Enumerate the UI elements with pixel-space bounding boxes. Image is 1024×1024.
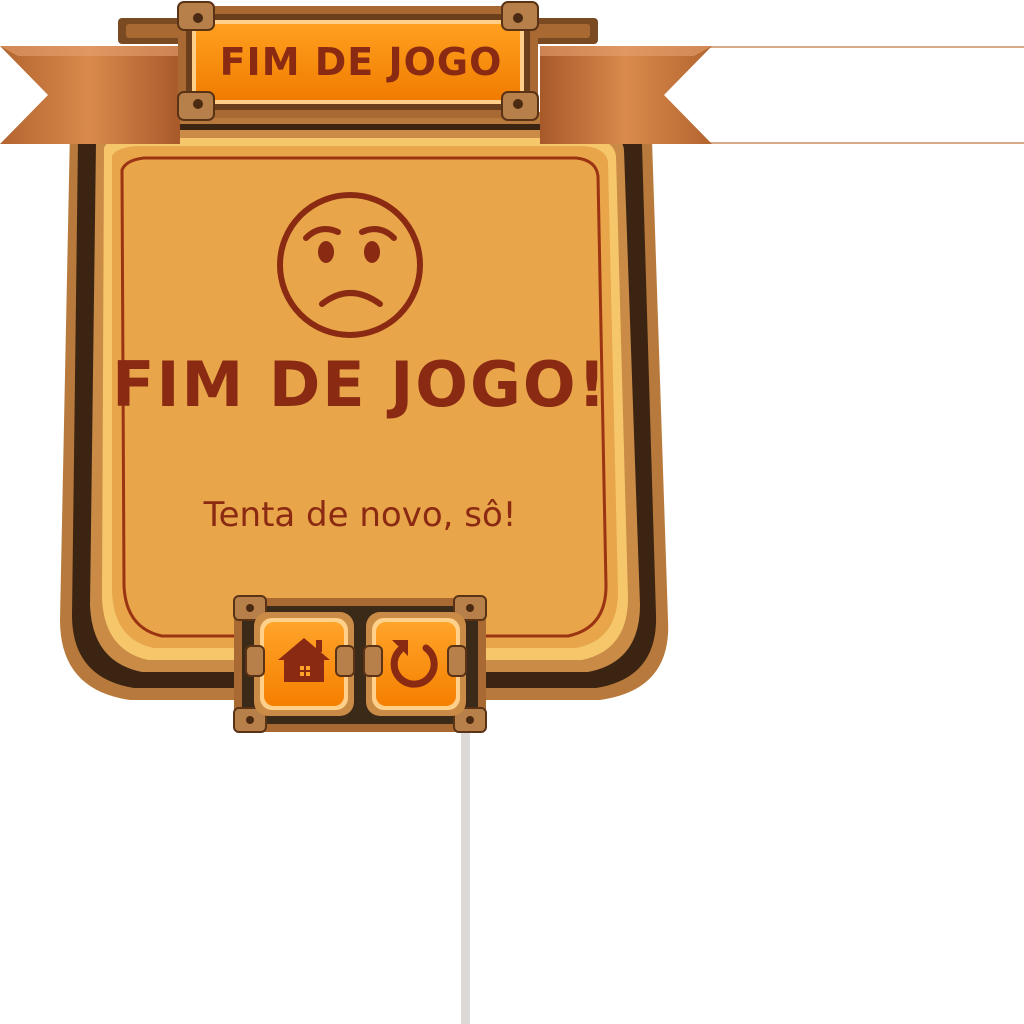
sign-stick [461, 730, 470, 1024]
banner-title: FIM DE JOGO [219, 40, 503, 84]
game-over-title: FIM DE JOGO! [112, 348, 608, 421]
home-button[interactable] [256, 615, 352, 711]
ribbon-right [540, 46, 712, 144]
game-over-message: Tenta de novo, sô! [203, 495, 517, 535]
game-over-screen: FIM DE JOGO FIM DE JOGO! Tenta de novo, … [0, 0, 1024, 1024]
ribbon-left [0, 46, 180, 144]
restart-button[interactable] [368, 615, 464, 711]
